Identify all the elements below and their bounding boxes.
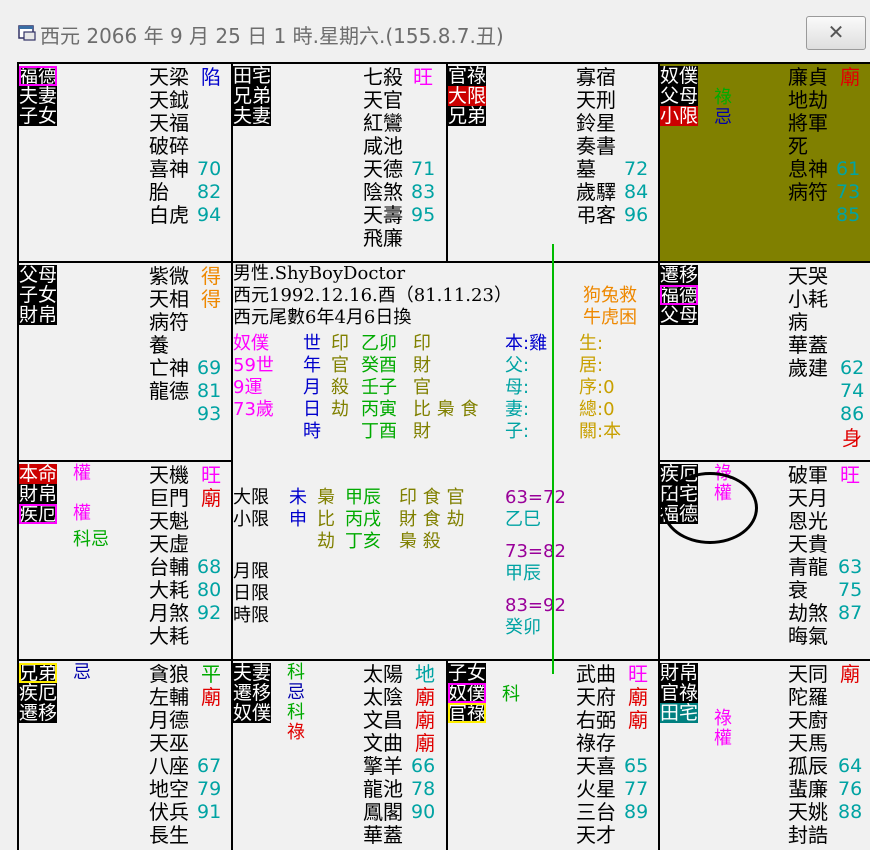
star-list: 太陽 太陰 文昌 文曲 擎羊 龍池 鳳閣 華蓋 (363, 662, 403, 847)
palace-labels: 奴僕 父母 小限 (660, 65, 699, 127)
time-limit-labels: 月限 日限 時限 (233, 561, 269, 626)
palace-caibo[interactable]: 財帛 官祿 田宅 祿權 天同 陀羅 天廚 天馬 孤辰 蜚廉 天姚 封誥 廟 64 76 88 (660, 661, 870, 850)
age-numbers: 70 82 94 (197, 158, 222, 226)
palace-xiongdi[interactable]: 兄弟 疾厄 遷移 忌 貪狼 左輔 月德 天巫 八座 地空 伏兵 長生 平廟 67 79 91 (19, 661, 231, 850)
connector-line (552, 244, 554, 674)
transform-marks: 忌 (73, 662, 91, 683)
body-palace-mark: 身 (842, 426, 862, 450)
palace-labels: 官祿 大限 兄弟 (448, 65, 487, 127)
astrology-chart: 福德 夫妻 子女 天梁 天鉞 天福 破碎 喜神胎白虎 陷 70 82 94 田宅 兄弟 夫妻 七… (17, 62, 870, 850)
star-list: 武曲 天府 右弼 祿存 天喜 火星 三台 天才 (576, 662, 616, 847)
transform-marks: 科 (502, 684, 520, 705)
palace-labels: 兄弟 疾厄 遷移 (19, 662, 58, 724)
transform-marks: 祿權 (714, 708, 732, 749)
star-list: 寡宿 天刑 鈴星 奏書墓歲驛 弔客 (576, 65, 616, 227)
status-column: 生: 居: 序:0 總:0 關:本 (579, 333, 622, 442)
limit-branch: 未申 (289, 487, 307, 530)
age-numbers: 69 81 93 (197, 357, 222, 425)
palace-labels: 父母 子女 財帛 (19, 264, 58, 326)
age-column: 奴僕 59世 9運 73歲 (233, 333, 274, 420)
palace-label: 子女 (19, 105, 58, 127)
palace-labels: 財帛 官祿 田宅 (660, 662, 699, 724)
limit-labels: 大限 小限 (233, 487, 269, 530)
title-bar: 西元 2066 年 9 月 25 日 1 時.星期六.(155.8.7.丑) ✕ (0, 0, 870, 62)
transform-marks-2: 科忌 (73, 529, 109, 550)
brightness-marks: 廟 (840, 662, 860, 686)
limit-god: 梟比劫 (317, 487, 335, 552)
brightness-marks: 得得 (201, 264, 221, 311)
god-column: 印官殺劫 (331, 333, 349, 420)
app-icon (18, 25, 36, 41)
palace-labels: 遷移 福德 父母 (660, 264, 699, 326)
transform-marks: 權權 (73, 463, 91, 524)
star-list: 廉貞 地劫 將軍死息神 病符 (788, 65, 828, 204)
palace-zinv[interactable]: 子女 奴僕 官祿 科 武曲 天府 右弼 祿存 天喜 火星 三台 天才 旺廟廟 65 77 89 (448, 661, 658, 850)
palace-fude[interactable]: 福德 夫妻 子女 天梁 天鉞 天福 破碎 喜神胎白虎 陷 70 82 94 (19, 64, 231, 261)
period-ranges: 63=72 乙巳 73=82 甲辰 83=92 癸卯 (505, 487, 566, 638)
palace-fumu[interactable]: 父母 子女 財帛 紫微 天相 病符養亡神 龍德 得得 69 81 93 (19, 263, 231, 460)
brightness-marks: 旺 (413, 65, 433, 89)
age-numbers: 63 75 87 (838, 556, 863, 624)
age-numbers: 65 77 89 (624, 755, 649, 823)
brightness-marks: 旺廟廟 (628, 662, 648, 732)
zodiac-note: 狗兔救 (583, 285, 637, 306)
limit-hidden: 印 食 官財 食 劫梟 殺 (399, 487, 465, 552)
close-button[interactable]: ✕ (806, 16, 866, 50)
palace-labels: 本命 財帛 疾厄 (19, 463, 58, 525)
palace-fuqi[interactable]: 夫妻 遷移 奴僕 科忌科祿 太陽 太陰 文昌 文曲 擎羊 龍池 鳳閣 華蓋 地廟廟廟 66 78 90 (233, 661, 446, 850)
palace-labels: 夫妻 遷移 奴僕 (233, 662, 272, 724)
transform-marks: 科忌科祿 (287, 662, 305, 743)
star-list: 紫微 天相 病符養亡神 龍德 (149, 264, 189, 403)
age-numbers: 66 78 90 (411, 755, 436, 823)
transform-marks: 祿忌 (714, 87, 732, 128)
hidden-god-column: 印財官比 梟 食財 (413, 333, 479, 442)
brightness-marks: 地廟廟廟 (415, 662, 435, 755)
star-list: 七殺 天官 紅鸞 咸池 天德 陰煞 天壽 飛廉 (363, 65, 403, 250)
palace-labels: 福德 夫妻 子女 (19, 65, 58, 127)
palace-nupu[interactable]: 奴僕 父母 小限 祿忌 廉貞 地劫 將軍死息神 病符 廟 61 73 85 (660, 64, 870, 261)
limit-ganzhi: 甲辰 丙戌 丁亥 (345, 487, 381, 552)
brightness-marks: 廟 (840, 65, 860, 89)
center-info-panel: 男性.ShyBoyDoctor 西元1992.12.16.酉（81.11.23）… (233, 263, 658, 659)
close-icon: ✕ (827, 20, 845, 44)
star-list: 天機 巨門 天魁 天虛 台輔 大耗 月煞 大耗 (149, 463, 189, 648)
star-list: 破軍 天月 恩光 天貴 青龍衰劫煞 晦氣 (788, 463, 828, 648)
age-numbers: 68 80 92 (197, 556, 222, 624)
brightness-marks: 旺 (840, 463, 860, 487)
person-name: 男性.ShyBoyDoctor (233, 263, 406, 284)
age-numbers: 67 79 91 (197, 755, 222, 823)
age-numbers: 64 76 88 (838, 755, 863, 823)
pillar-name-column: 世年月日時 (303, 333, 321, 442)
brightness-marks: 旺廟 (201, 463, 221, 510)
star-list: 貪狼 左輔 月德 天巫 八座 地空 伏兵 長生 (149, 662, 189, 847)
palace-benming[interactable]: 本命 財帛 疾厄 權權 科忌 天機 巨門 天魁 天虛 台輔 大耗 月煞 大耗 旺廟 68 80 92 (19, 462, 231, 659)
palace-label: 夫妻 (19, 85, 58, 107)
palace-label: 福德 (19, 65, 58, 87)
change-date: 西元尾數6年4月6日換 (233, 307, 412, 328)
age-numbers: 71 83 95 (411, 158, 436, 226)
star-list: 天哭 小耗病華蓋 歲建 (788, 264, 828, 380)
family-column: 本:雞 父: 母: 妻: 子: (505, 333, 548, 442)
age-numbers: 72 84 96 (624, 158, 649, 226)
brightness-marks: 平廟 (201, 662, 221, 709)
star-list: 天同 陀羅 天廚 天馬 孤辰 蜚廉 天姚 封誥 (788, 662, 828, 847)
brightness-marks: 陷 (201, 65, 221, 89)
star-list: 天梁 天鉞 天福 破碎 喜神胎白虎 (149, 65, 189, 227)
highlight-circle (662, 472, 758, 544)
birth-date: 西元1992.12.16.酉（81.11.23） (233, 285, 512, 306)
ganzhi-column: 乙卯 癸酉 壬子 丙寅 丁酉 (361, 333, 397, 442)
window-title: 西元 2066 年 9 月 25 日 1 時.星期六.(155.8.7.丑) (40, 24, 504, 48)
palace-guanlu[interactable]: 官祿 大限 兄弟 寡宿 天刑 鈴星 奏書墓歲驛 弔客 72 84 96 (448, 64, 658, 261)
palace-tianzhai[interactable]: 田宅 兄弟 夫妻 七殺 天官 紅鸞 咸池 天德 陰煞 天壽 飛廉 旺 71 83 95 (233, 64, 446, 261)
zodiac-note: 牛虎困 (583, 307, 637, 328)
age-numbers: 61 73 85 (836, 158, 861, 226)
palace-qianyi[interactable]: 遷移 福德 父母 天哭 小耗病華蓋 歲建 62 74 86 身 (660, 263, 870, 460)
palace-labels: 子女 奴僕 官祿 (448, 662, 487, 724)
palace-labels: 田宅 兄弟 夫妻 (233, 65, 272, 127)
age-numbers: 62 74 86 (840, 357, 865, 425)
